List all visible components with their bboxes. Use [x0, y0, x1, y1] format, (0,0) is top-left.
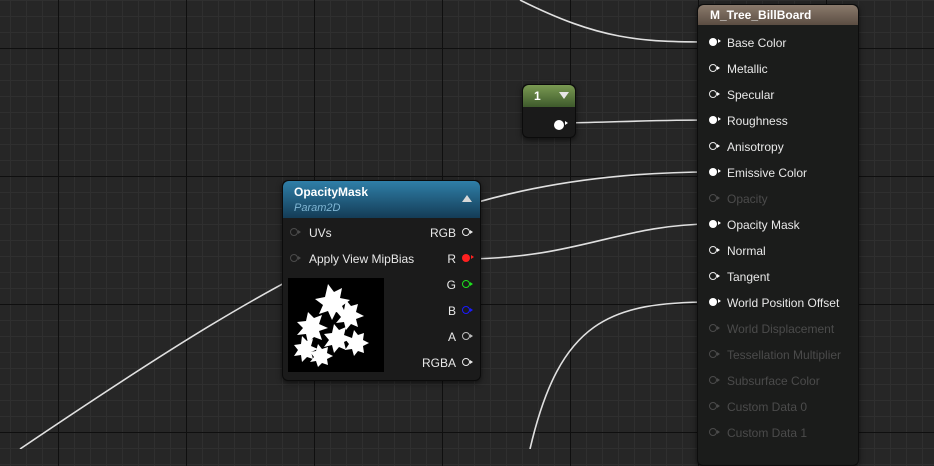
input-roughness[interactable]: Roughness	[709, 112, 854, 130]
output-rgb-pin[interactable]	[462, 228, 473, 236]
input-emissive-color[interactable]: Emissive Color	[709, 164, 854, 182]
output-rgb-label: RGB	[429, 226, 456, 240]
output-rgba[interactable]: RGBA	[390, 354, 480, 372]
material-result-node[interactable]: M_Tree_BillBoard Base Color Metallic Specu…	[697, 4, 859, 466]
base-color-label: Base Color	[727, 36, 787, 50]
input-custom-data-0: Custom Data 0	[709, 398, 854, 416]
output-r-pin[interactable]	[462, 254, 474, 262]
world-position-offset-label: World Position Offset	[727, 296, 840, 310]
output-r-label: R	[447, 252, 456, 266]
output-b-pin[interactable]	[462, 306, 473, 314]
metallic-label: Metallic	[727, 62, 768, 76]
input-anisotropy[interactable]: Anisotropy	[709, 138, 854, 156]
uvs-pin[interactable]	[290, 228, 301, 236]
apply-view-mipbias-pin[interactable]	[290, 254, 301, 262]
custom-data-1-label: Custom Data 1	[727, 426, 808, 440]
opacity-pin	[709, 194, 720, 202]
world-displacement-pin	[709, 324, 720, 332]
tangent-label: Tangent	[727, 270, 770, 284]
texture-preview-image	[288, 278, 384, 372]
wire-base-color	[519, 0, 714, 43]
anisotropy-label: Anisotropy	[727, 140, 784, 154]
uvs-label: UVs	[309, 226, 332, 240]
normal-label: Normal	[727, 244, 766, 258]
tessellation-multiplier-label: Tessellation Multiplier	[727, 348, 842, 362]
output-g[interactable]: G	[390, 276, 480, 294]
base-color-pin[interactable]	[709, 38, 721, 46]
subsurface-color-label: Subsurface Color	[727, 374, 820, 388]
specular-label: Specular	[727, 88, 775, 102]
input-world-position-offset[interactable]: World Position Offset	[709, 294, 854, 312]
input-world-displacement: World Displacement	[709, 320, 854, 338]
anisotropy-pin[interactable]	[709, 142, 720, 150]
input-metallic[interactable]: Metallic	[709, 60, 854, 78]
output-r[interactable]: R	[390, 250, 480, 268]
wire-roughness	[563, 119, 714, 124]
input-subsurface-color: Subsurface Color	[709, 372, 854, 390]
output-rgba-pin[interactable]	[462, 358, 473, 366]
opacity-mask-label: Opacity Mask	[727, 218, 800, 232]
texture-node-title: OpacityMask	[294, 185, 369, 199]
opacity-mask-pin[interactable]	[709, 220, 721, 228]
specular-pin[interactable]	[709, 90, 720, 98]
custom-data-0-label: Custom Data 0	[727, 400, 808, 414]
input-tangent[interactable]: Tangent	[709, 268, 854, 286]
normal-pin[interactable]	[709, 246, 720, 254]
output-rgb[interactable]: RGB	[390, 224, 480, 242]
wire-opacity-mask	[465, 223, 714, 260]
input-base-color[interactable]: Base Color	[709, 34, 854, 52]
input-custom-data-1: Custom Data 1	[709, 424, 854, 442]
wire-world-position-offset	[529, 301, 714, 449]
output-g-label: G	[446, 278, 456, 292]
subsurface-color-pin	[709, 376, 720, 384]
input-opacity: Opacity	[709, 190, 854, 208]
roughness-label: Roughness	[727, 114, 788, 128]
output-b-label: B	[447, 304, 456, 318]
output-g-pin[interactable]	[462, 280, 473, 288]
output-a-label: A	[447, 330, 456, 344]
tessellation-multiplier-pin	[709, 350, 720, 358]
output-b[interactable]: B	[390, 302, 480, 320]
constant-value: 1	[534, 89, 541, 103]
collapse-arrow-icon[interactable]	[559, 92, 569, 99]
roughness-pin[interactable]	[709, 116, 721, 124]
material-node-title: M_Tree_BillBoard	[698, 5, 858, 25]
emissive-color-label: Emissive Color	[727, 166, 808, 180]
output-a-pin[interactable]	[462, 332, 473, 340]
custom-data-0-pin	[709, 402, 720, 410]
texture-node-subtitle: Param2D	[294, 202, 341, 214]
output-a[interactable]: A	[390, 328, 480, 346]
world-displacement-label: World Displacement	[727, 322, 835, 336]
opacity-label: Opacity	[727, 192, 768, 206]
input-specular[interactable]: Specular	[709, 86, 854, 104]
texture-sample-parameter-node[interactable]: OpacityMask Param2D UVs Apply View MipBia…	[282, 180, 481, 381]
world-position-offset-pin[interactable]	[709, 298, 721, 306]
tangent-pin[interactable]	[709, 272, 720, 280]
constant-node[interactable]: 1	[522, 84, 576, 138]
constant-output-pin[interactable]	[554, 120, 568, 130]
collapse-arrow-icon[interactable]	[462, 195, 472, 202]
input-opacity-mask[interactable]: Opacity Mask	[709, 216, 854, 234]
metallic-pin[interactable]	[709, 64, 720, 72]
input-normal[interactable]: Normal	[709, 242, 854, 260]
output-rgba-label: RGBA	[421, 356, 456, 370]
input-tessellation-multiplier: Tessellation Multiplier	[709, 346, 854, 364]
custom-data-1-pin	[709, 428, 720, 436]
emissive-color-pin[interactable]	[709, 168, 721, 176]
